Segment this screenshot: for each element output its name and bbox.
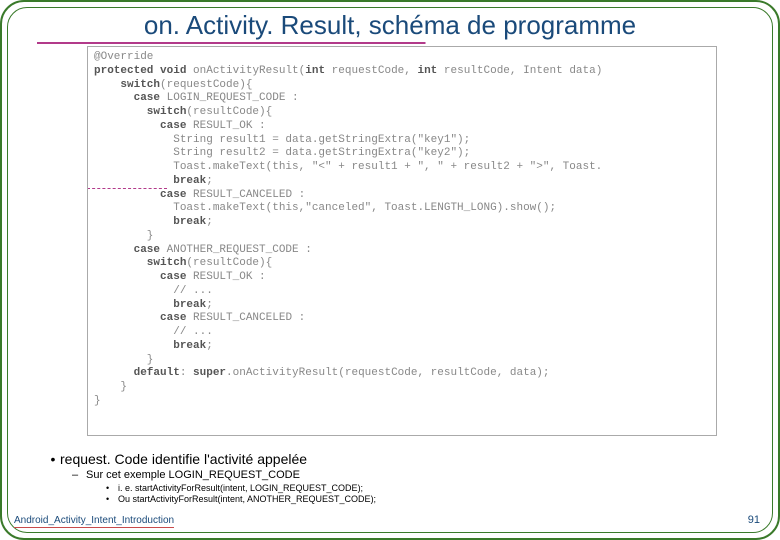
slide-title: on. Activity. Result, schéma de programm… xyxy=(2,2,778,41)
bullet-icon: • xyxy=(106,494,118,506)
accent-line-top xyxy=(2,42,778,44)
code-line: case LOGIN_REQUEST_CODE : xyxy=(94,92,710,106)
code-line: case ANOTHER_REQUEST_CODE : xyxy=(94,244,710,258)
code-line: case RESULT_CANCELED : xyxy=(94,189,710,203)
code-line: } xyxy=(94,381,710,395)
bullet-level-3: •Ou startActivityForResult(intent, ANOTH… xyxy=(106,494,748,506)
code-line: } xyxy=(94,230,710,244)
code-line: // ... xyxy=(94,326,710,340)
code-line: case RESULT_CANCELED : xyxy=(94,312,710,326)
page-number: 91 xyxy=(748,514,760,526)
code-line: break; xyxy=(94,175,710,189)
code-line: break; xyxy=(94,299,710,313)
code-line: } xyxy=(94,395,710,409)
code-line: switch(requestCode){ xyxy=(94,79,710,93)
code-line: String result1 = data.getStringExtra("ke… xyxy=(94,134,710,148)
code-line: break; xyxy=(94,340,710,354)
footer-left: Android_Activity_Intent_Introduction xyxy=(14,515,174,528)
code-line: @Override xyxy=(94,51,710,65)
dash-icon: – xyxy=(72,469,86,481)
code-line: protected void onActivityResult(int requ… xyxy=(94,65,710,79)
code-line: break; xyxy=(94,216,710,230)
code-line: switch(resultCode){ xyxy=(94,106,710,120)
code-line: case RESULT_OK : xyxy=(94,120,710,134)
bullet-area: •request. Code identifie l'activité appe… xyxy=(46,451,748,506)
code-block: @Override protected void onActivityResul… xyxy=(87,46,717,436)
code-line: // ... xyxy=(94,285,710,299)
code-line: } xyxy=(94,354,710,368)
code-line: Toast.makeText(this, "<" + result1 + ", … xyxy=(94,161,710,175)
bullet-icon: • xyxy=(46,451,60,467)
bullet-level-2: –Sur cet exemple LOGIN_REQUEST_CODE xyxy=(72,469,748,481)
bullet-level-1: •request. Code identifie l'activité appe… xyxy=(46,451,748,467)
code-line: switch(resultCode){ xyxy=(94,257,710,271)
bullet-level-3: •i. e. startActivityForResult(intent, LO… xyxy=(106,483,748,495)
code-line: Toast.makeText(this,"canceled", Toast.LE… xyxy=(94,202,710,216)
code-line: default: super.onActivityResult(requestC… xyxy=(94,367,710,381)
code-line: case RESULT_OK : xyxy=(94,271,710,285)
bullet-icon: • xyxy=(106,483,118,495)
code-line: String result2 = data.getStringExtra("ke… xyxy=(94,147,710,161)
